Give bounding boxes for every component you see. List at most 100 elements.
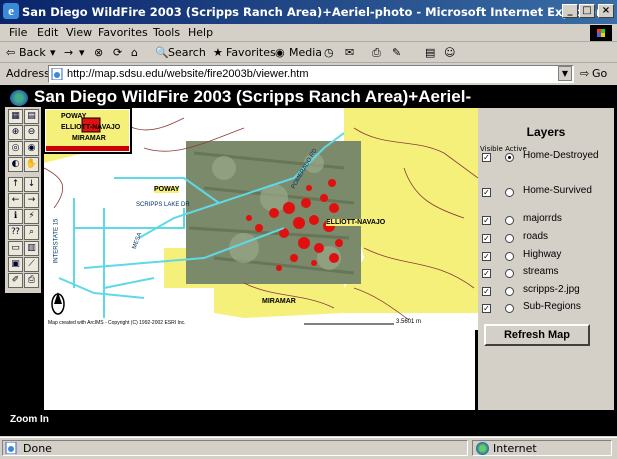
favorites-button[interactable]: Favorites (226, 46, 276, 59)
map-label-miramar: MIRAMAR (262, 298, 296, 305)
clear-selection-icon[interactable]: ✐ (8, 273, 23, 288)
back-dropdown-icon[interactable]: ▾ (50, 46, 56, 59)
layer-active-radio[interactable] (505, 216, 514, 225)
address-label: Address (6, 67, 50, 80)
layer-visible-checkbox[interactable]: ✓ (482, 287, 491, 296)
map-view[interactable]: POWAY ELLIOTT-NAVAJO MIRAMAR POWAY ELLIO… (44, 108, 478, 330)
back-icon[interactable]: ⇦ (6, 46, 15, 59)
menu-favorites[interactable]: Favorites (98, 26, 148, 39)
pan-north-icon[interactable]: ↑ (8, 177, 23, 192)
layer-active-radio[interactable] (505, 252, 514, 261)
layer-active-radio[interactable] (505, 269, 514, 278)
go-button[interactable]: Go (592, 67, 607, 80)
pan-south-icon[interactable]: ↓ (24, 177, 39, 192)
layer-active-radio[interactable] (505, 153, 514, 162)
select-rect-icon[interactable]: ▣ (8, 257, 23, 272)
identify-icon[interactable]: ℹ (8, 209, 23, 224)
layer-label: roads (523, 231, 549, 242)
maximize-button[interactable]: □ (579, 4, 595, 18)
print-icon[interactable]: ⎙ (372, 46, 381, 60)
pan-east-icon[interactable]: → (24, 193, 39, 208)
print-map-icon[interactable]: ⎙ (24, 273, 39, 288)
close-button[interactable]: × (598, 4, 614, 18)
menu-tools[interactable]: Tools (153, 26, 180, 39)
address-dropdown-button[interactable]: ▼ (558, 66, 572, 81)
overview-label-elliott: ELLIOTT-NAVAJO (61, 124, 121, 131)
edit-icon[interactable]: ✎ (392, 46, 401, 59)
zoom-in-icon[interactable]: ⊕ (8, 125, 23, 140)
overview-label-poway: POWAY (61, 113, 87, 120)
page-icon (51, 67, 63, 81)
pan-hand-icon[interactable]: ✋ (24, 157, 39, 172)
home-icon[interactable]: ⌂ (131, 46, 138, 59)
ie-logo-icon: e (3, 3, 19, 19)
map-canvas (44, 108, 478, 330)
layer-active-radio[interactable] (505, 188, 514, 197)
hyperlink-icon[interactable]: ⚡ (24, 209, 39, 224)
menu-file[interactable]: File (9, 26, 27, 39)
results-area (44, 330, 475, 410)
toggle-overview-icon[interactable]: ▦ (8, 109, 23, 124)
layer-visible-checkbox[interactable]: ✓ (482, 269, 491, 278)
toggle-legend-icon[interactable]: ▤ (24, 109, 39, 124)
layers-header: Visible Active (480, 145, 527, 153)
search-icon[interactable]: 🔍 (155, 46, 169, 59)
favorites-icon[interactable]: ★ (213, 46, 223, 59)
overview-label-miramar: MIRAMAR (72, 135, 106, 142)
forward-dropdown-icon[interactable]: ▾ (79, 46, 85, 59)
layer-visible-checkbox[interactable]: ✓ (482, 304, 491, 313)
menu-help[interactable]: Help (188, 26, 213, 39)
menu-view[interactable]: View (66, 26, 92, 39)
page-title: San Diego WildFire 2003 (Scripps Ranch A… (34, 87, 472, 106)
layer-visible-checkbox[interactable]: ✓ (482, 188, 491, 197)
stop-icon[interactable]: ⊗ (94, 46, 103, 59)
map-label-interstate: INTERSTATE 15 (53, 218, 60, 264)
layer-visible-checkbox[interactable]: ✓ (482, 252, 491, 261)
refresh-icon[interactable]: ⟳ (113, 46, 122, 59)
go-arrow-icon[interactable]: ⇨ (580, 67, 589, 80)
messenger-icon[interactable]: ☺ (444, 46, 455, 59)
scale-bar-label: 3.5601 m (396, 319, 422, 325)
zoom-full-icon[interactable]: ◎ (8, 141, 23, 156)
windows-logo-icon (590, 25, 612, 41)
address-input[interactable]: http://map.sdsu.edu/website/fire2003b/vi… (48, 65, 574, 83)
zoom-last-icon[interactable]: ◐ (8, 157, 23, 172)
layer-label: Highway (523, 249, 562, 260)
internet-globe-icon (476, 442, 489, 455)
find-icon[interactable]: ⌕ (24, 225, 39, 240)
refresh-map-button[interactable]: Refresh Map (484, 324, 590, 346)
mail-icon[interactable]: ✉ (345, 46, 354, 59)
history-icon[interactable]: ◷ (324, 46, 334, 59)
layer-label: Home-Destroyed (523, 150, 599, 161)
map-copyright: Map created with ArcIMS - Copyright (C) … (48, 320, 186, 326)
measure-icon[interactable]: ▭ (8, 241, 23, 256)
query-icon[interactable]: ⁇ (8, 225, 23, 240)
layer-visible-checkbox[interactable]: ✓ (482, 153, 491, 162)
toolbar: ⇦ Back ▾ → ▾ ⊗ ⟳ ⌂ 🔍 Search ★ Favorites … (0, 42, 617, 63)
media-button[interactable]: Media (289, 46, 322, 59)
map-label-scripps-lake: SCRIPPS LAKE DR (136, 202, 190, 208)
menu-edit[interactable]: Edit (37, 26, 58, 39)
layer-active-radio[interactable] (505, 304, 514, 313)
pan-west-icon[interactable]: ← (8, 193, 23, 208)
zoom-active-icon[interactable]: ◉ (24, 141, 39, 156)
map-tool-panel: ▦ ▤ ⊕ ⊖ ◎ ◉ ◐ ✋ ↑ ↓ ← → ℹ ⚡ ⁇ ⌕ ▭ ▥ ▣ ⟋ … (5, 107, 41, 293)
layer-label: Home-Survived (523, 185, 592, 196)
set-units-icon[interactable]: ▥ (24, 241, 39, 256)
back-button[interactable]: Back (19, 46, 46, 59)
status-done: Done (2, 440, 468, 456)
layer-label: streams (523, 266, 559, 277)
search-button[interactable]: Search (168, 46, 206, 59)
forward-icon[interactable]: → (64, 46, 73, 59)
layer-label: majorrds (523, 213, 562, 224)
zoom-out-icon[interactable]: ⊖ (24, 125, 39, 140)
layer-active-radio[interactable] (505, 234, 514, 243)
layer-visible-checkbox[interactable]: ✓ (482, 234, 491, 243)
layer-active-radio[interactable] (505, 287, 514, 296)
minimize-button[interactable]: _ (562, 4, 578, 18)
select-line-icon[interactable]: ⟋ (24, 257, 39, 272)
media-icon[interactable]: ◉ (275, 46, 285, 59)
layer-visible-checkbox[interactable]: ✓ (482, 216, 491, 225)
layers-title: Layers (526, 125, 566, 139)
discuss-icon[interactable]: ▤ (425, 46, 435, 59)
